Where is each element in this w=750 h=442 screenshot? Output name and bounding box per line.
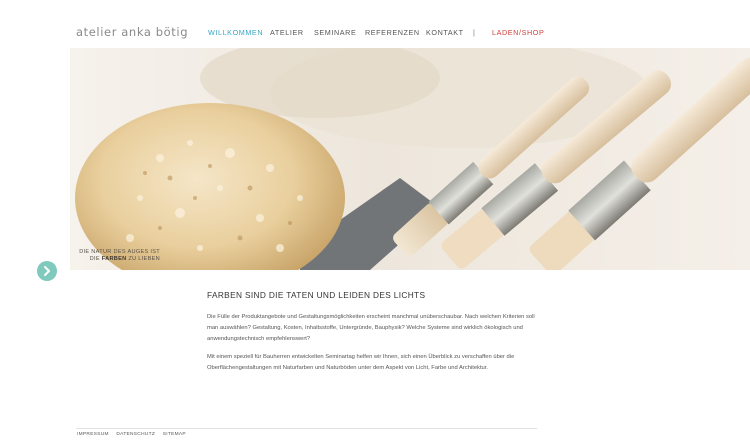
seminar-paragraph: Mit einem speziell für Bauherren entwick… — [207, 354, 515, 372]
nav-item-referenzen[interactable]: REFERENZEN — [365, 28, 420, 37]
site-logo[interactable]: atelier anka bötig — [76, 25, 188, 39]
nav-item-seminare[interactable]: SEMINARE — [314, 28, 356, 37]
nav-item-shop[interactable]: LADEN/SHOP — [492, 28, 544, 37]
hero-caption: DIE NATUR DES AUGES IST DIE FARBEN ZU LI… — [79, 249, 160, 263]
hero-caption-line1: DIE NATUR DES AUGES IST — [79, 249, 160, 255]
footer-link-datenschutz[interactable]: DATENSCHUTZ — [116, 432, 155, 437]
nav-item-kontakt[interactable]: KONTAKT — [426, 28, 464, 37]
page-heading: FARBEN SIND DIE TATEN UND LEIDEN DES LIC… — [207, 290, 426, 300]
footer-link-sitemap[interactable]: SITEMAP — [163, 432, 186, 437]
footer-link-impressum[interactable]: IMPRESSUM — [77, 432, 109, 437]
hero-image: DIE NATUR DES AUGES IST DIE FARBEN ZU LI… — [70, 48, 750, 270]
slider-next-button[interactable] — [37, 261, 57, 281]
hero-caption-pre: DIE — [89, 256, 102, 262]
hero-caption-post: ZU LIEBEN — [126, 256, 160, 262]
nav-item-willkommen[interactable]: WILLKOMMEN — [208, 28, 263, 37]
hero-caption-bold: FARBEN — [101, 256, 127, 262]
footer-divider — [76, 428, 537, 429]
nav-separator: | — [473, 28, 476, 37]
hero-caption-line2: DIE FARBEN ZU LIEBEN — [79, 256, 160, 263]
footer: IMPRESSUM DATENSCHUTZ SITEMAP — [77, 432, 192, 437]
chevron-right-icon — [44, 266, 50, 276]
main-content: FARBEN SIND DIE TATEN UND LEIDEN DES LIC… — [207, 290, 542, 382]
intro-paragraph: Die Fülle der Produktangebote und Gestal… — [207, 314, 535, 342]
hero-illustration — [75, 48, 750, 270]
nav-item-atelier[interactable]: ATELIER — [270, 28, 304, 37]
